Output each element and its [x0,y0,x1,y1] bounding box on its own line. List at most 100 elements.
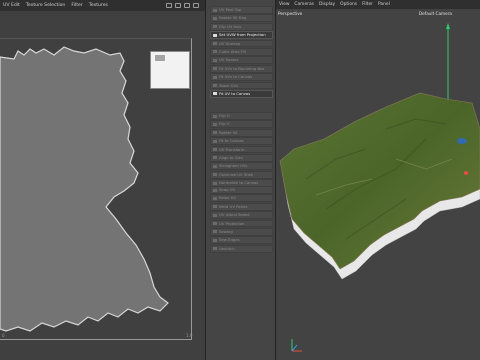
viewport-scene[interactable] [276,9,480,360]
uv-canvas[interactable]: 0 1.0 [0,11,205,360]
cmd-icon [213,139,217,143]
cmd-icon [213,156,217,160]
vp-menu-view[interactable]: View [279,2,289,7]
gizmo-x-handle-icon[interactable] [464,171,468,175]
cmd-item[interactable]: UV Peel Top [210,6,273,14]
cmd-label: Snap UV [219,187,236,192]
cmd-item[interactable]: Rotate 90 Deg [210,14,273,23]
uv-editor-panel: UV Edit Texture Selection Filter Texture… [0,0,205,360]
uv-coord-one: 1.0 [186,333,193,338]
vp-menu-panel[interactable]: Panel [378,2,390,7]
vp-menu-cameras[interactable]: Cameras [294,2,314,7]
cmd-item[interactable]: Fit UVs to Canvas [210,73,273,81]
cmd-icon [213,50,217,54]
vp-menu-filter[interactable]: Filter [362,2,373,7]
menu-filter[interactable]: Filter [71,3,82,8]
command-group-1: UV Peel Top Rotate 90 Deg Flip UV Axis S… [210,6,273,98]
germany-uv-outline [0,46,169,332]
terrain-lake [457,138,467,144]
cmd-icon [213,67,217,71]
cmd-icon [213,196,217,200]
cmd-icon [213,58,217,62]
cmd-item[interactable]: Sew Edges [210,236,273,245]
cmd-item[interactable]: UV Seams [210,56,273,65]
cmd-item[interactable]: Align to Grid [210,153,273,162]
cmd-item[interactable]: Stack UVs [210,81,273,90]
cmd-label: Flip UV Axis [219,23,242,29]
cmd-item[interactable]: Rotate 90 [210,128,273,137]
zoom-icon[interactable] [184,3,190,8]
cmd-item[interactable]: Fit to Canvas [210,137,273,145]
cmd-item[interactable]: Relax UV [210,194,273,203]
cmd-label: Sew Edges [219,237,240,243]
cmd-item[interactable]: Weld UV Points [210,202,273,211]
cmd-label: UV Projection [219,220,245,226]
cmd-icon [213,205,217,209]
viewport-panel[interactable]: View Cameras Display Options Filter Pane… [276,0,480,360]
cmd-icon [213,33,217,37]
cmd-label: Flip U [219,113,230,118]
viewport-label: Perspective [278,11,303,16]
viewport-menubar: View Cameras Display Options Filter Pane… [276,0,480,9]
cmd-icon [213,16,217,20]
cmd-item[interactable]: Optimize UV Shell [210,170,273,179]
cmd-label: Straighten UVs [219,163,248,169]
cmd-icon [213,84,217,88]
cmd-icon [213,247,217,251]
camera-selector[interactable]: Default Camera [419,11,452,16]
cmd-label: Fit to Canvas [219,138,244,144]
cmd-label: Relax UV [219,195,237,201]
cmd-icon [213,8,217,12]
cmd-item[interactable]: Flip U [210,112,273,120]
cmd-label: Weld UV Points [219,203,248,209]
cmd-fit-uv-to-canvas[interactable]: Fit UV to Canvas [210,89,273,98]
menu-uv-edit[interactable]: UV Edit [3,3,20,8]
cmd-item[interactable]: UV Transform [210,145,273,154]
cmd-item[interactable]: Unstitch [210,244,273,253]
cmd-label: Fit UVs to Canvas [219,74,253,80]
vp-menu-display[interactable]: Display [319,2,335,7]
cmd-label: Flip V [219,121,230,127]
vp-menu-options[interactable]: Options [340,2,357,7]
cmd-item[interactable]: Flip V [210,120,273,129]
cmd-item[interactable]: Straighten UVs [210,162,273,171]
cmd-icon [213,131,217,135]
menu-textures[interactable]: Textures [89,3,108,8]
cmd-set-uvw-from-projection[interactable]: Set UVW from Projection [210,31,273,39]
cmd-label: Optimize UV Shell [219,171,254,177]
cmd-label: Rotate 90 Deg [219,15,247,21]
cmd-item[interactable]: UV Island Select [210,211,273,219]
cmd-item[interactable]: UV Projection [210,219,273,228]
cmd-item[interactable]: Flip UV Axis [210,22,273,31]
cmd-icon [213,238,217,242]
cmd-label: Fit UVs to Bounding Box [219,65,265,71]
cmd-icon [213,42,217,46]
cmd-icon [213,164,217,168]
cmd-item[interactable]: UV Unwrap [210,39,273,48]
axis-z-icon [291,344,298,352]
cmd-icon [213,92,217,96]
cmd-icon [213,222,217,226]
cmd-item[interactable]: Snap UV [210,186,273,194]
cmd-icon [213,181,217,185]
cmd-item[interactable]: Sewing [210,227,273,236]
menu-texture-selection[interactable]: Texture Selection [26,3,65,8]
cmd-label: Rotate 90 [219,129,238,135]
thumbnail-speckle [155,55,165,61]
cmd-label: UV Transform [219,146,245,152]
frame-icon[interactable] [193,3,199,8]
gizmo-y-arrow-icon[interactable] [446,23,450,29]
cmd-label: Sewing [219,228,233,234]
command-group-3: Snap UV Relax UV Weld UV Points UV Islan… [210,186,273,253]
cmd-label: Fit UV to Canvas [219,90,251,96]
cmd-icon [213,25,217,29]
nav-arrows-icon[interactable] [166,3,172,8]
command-group-2: Flip U Flip V Rotate 90 Fit to Canvas UV… [210,112,273,188]
uv-coord-zero: 0 [2,333,5,338]
move-icon[interactable] [175,3,181,8]
cmd-label: Unstitch [219,245,235,251]
cmd-label: UV Peel Top [219,7,242,12]
cmd-label: Cubic Area Fill [219,48,246,54]
cmd-item[interactable]: Cubic Area Fill [210,47,273,56]
cmd-item[interactable]: Fit UVs to Bounding Box [210,64,273,73]
